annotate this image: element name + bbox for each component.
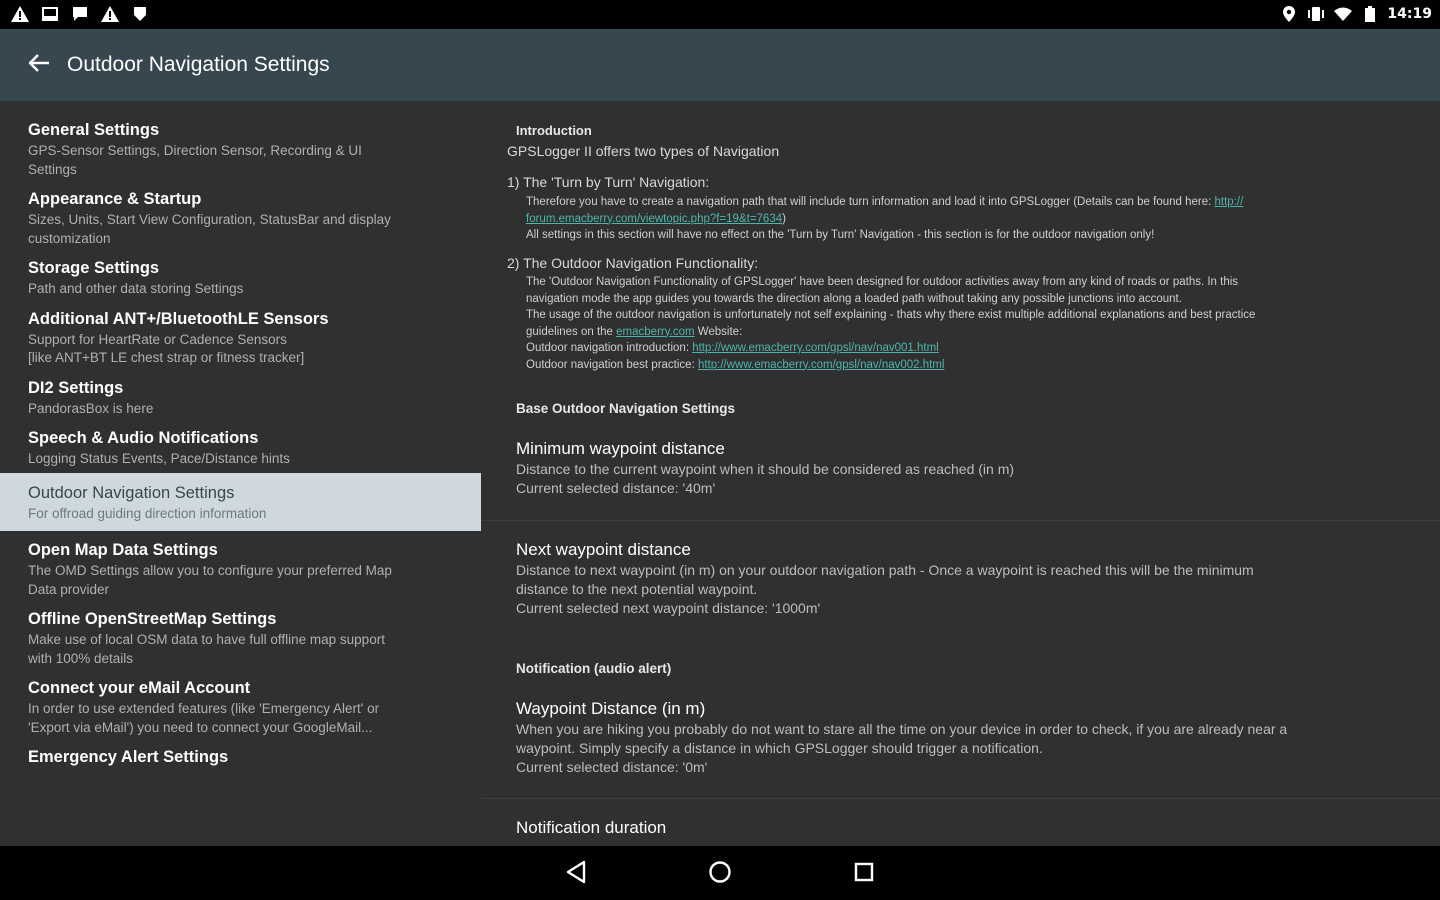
sidebar-item-subtitle: Make use of local OSM data to have full …	[28, 632, 385, 666]
nav-recents-button[interactable]	[847, 857, 881, 891]
sidebar-item-subtitle: Logging Status Events, Pace/Distance hin…	[28, 451, 290, 466]
section2-line1: The 'Outdoor Navigation Functionality of…	[526, 276, 1239, 288]
sidebar-item-speech[interactable]: Speech & Audio Notifications Logging Sta…	[0, 427, 481, 473]
sidebar-item-title: Open Map Data Settings	[28, 541, 218, 559]
base-settings-header: Base Outdoor Navigation Settings	[516, 401, 736, 416]
nav-home-button[interactable]	[703, 857, 737, 891]
pref-waypoint-distance-notification[interactable]: Waypoint Distance (in m) When you are hi…	[481, 698, 1440, 777]
pref-summary: Distance to next waypoint (in m) on your…	[516, 562, 1254, 616]
image-icon	[40, 5, 60, 23]
section1-line1: Therefore you have to create a navigatio…	[526, 196, 1215, 208]
section2-line3: The usage of the outdoor navigation is u…	[526, 309, 1256, 321]
divider	[481, 798, 1440, 799]
warning-icon	[100, 5, 120, 23]
detail-pane: Introduction GPSLogger II offers two typ…	[481, 101, 1440, 846]
section2-line4b: Website:	[694, 325, 743, 338]
back-triangle-icon	[565, 860, 587, 889]
forum-link-part1[interactable]: http://	[1215, 196, 1244, 208]
sidebar-item-title: Appearance & Startup	[28, 190, 202, 208]
sidebar-item-di2[interactable]: DI2 Settings PandorasBox is here	[0, 377, 481, 428]
pref-summary: Distance to the current waypoint when it…	[516, 461, 1015, 496]
system-icons: 14:19	[1279, 5, 1432, 23]
clock: 14:19	[1387, 6, 1432, 22]
battery-icon	[1360, 5, 1380, 23]
divider	[481, 520, 1440, 521]
sidebar-item-subtitle: For offroad guiding direction informatio…	[28, 505, 267, 521]
section2-line6a: Outdoor navigation best practice:	[526, 358, 698, 371]
section1-line3: All settings in this section will have n…	[526, 229, 1155, 241]
emacberry-link[interactable]: emacberry.com	[616, 326, 694, 338]
warning-icon	[10, 5, 30, 23]
alert-pin-icon	[130, 5, 150, 23]
nav-back-button[interactable]	[559, 857, 593, 891]
sidebar-item-emergency[interactable]: Emergency Alert Settings	[0, 746, 481, 768]
intro-text: GPSLogger II offers two types of Navigat…	[507, 143, 780, 159]
notification-icons	[10, 5, 150, 23]
intro-header: Introduction	[516, 123, 592, 138]
sidebar-item-title: Storage Settings	[28, 259, 160, 277]
sidebar-item-title: Connect your eMail Account	[28, 679, 251, 697]
section2-title: 2) The Outdoor Navigation Functionality:	[507, 255, 759, 271]
settings-sidebar: General Settings GPS-Sensor Settings, Di…	[0, 101, 481, 846]
page-title: Outdoor Navigation Settings	[67, 53, 330, 76]
sidebar-item-email[interactable]: Connect your eMail Account In order to u…	[0, 677, 481, 746]
section1-title: 1) The 'Turn by Turn' Navigation:	[507, 174, 710, 190]
back-button[interactable]	[12, 38, 66, 92]
sidebar-item-offline-osm[interactable]: Offline OpenStreetMap Settings Make use …	[0, 608, 481, 677]
sidebar-item-title: Speech & Audio Notifications	[28, 429, 259, 447]
sidebar-item-general[interactable]: General Settings GPS-Sensor Settings, Di…	[0, 117, 481, 188]
section2-line2: navigation mode the app guides you towar…	[526, 292, 1182, 305]
sidebar-item-title: Additional ANT+/BluetoothLE Sensors	[28, 309, 329, 328]
arrow-back-icon	[28, 53, 49, 77]
recents-square-icon	[853, 861, 875, 888]
app-bar: Outdoor Navigation Settings	[0, 29, 1440, 101]
location-icon	[1279, 5, 1299, 23]
sidebar-item-sensors[interactable]: Additional ANT+/BluetoothLE Sensors Supp…	[0, 308, 481, 377]
section1-line2-end: )	[782, 212, 786, 225]
status-bar: 14:19	[0, 0, 1440, 29]
sidebar-item-appearance[interactable]: Appearance & Startup Sizes, Units, Start…	[0, 188, 481, 257]
section2-line4a: guidelines on the	[526, 325, 617, 338]
pref-title: Next waypoint distance	[516, 540, 691, 559]
pref-next-waypoint-distance[interactable]: Next waypoint distance Distance to next …	[481, 539, 1440, 618]
sidebar-item-open-map-data[interactable]: Open Map Data Settings The OMD Settings …	[0, 531, 481, 608]
content-area: General Settings GPS-Sensor Settings, Di…	[0, 101, 1440, 846]
sidebar-item-subtitle: The OMD Settings allow you to configure …	[28, 563, 392, 597]
section2-line5a: Outdoor navigation introduction:	[526, 342, 693, 354]
sidebar-item-title: DI2 Settings	[28, 378, 124, 397]
sidebar-item-subtitle: Sizes, Units, Start View Configuration, …	[28, 212, 391, 246]
sidebar-item-title: Outdoor Navigation Settings	[28, 483, 235, 502]
pref-notification-duration[interactable]: Notification duration	[481, 817, 1440, 839]
nav-best-practice-link[interactable]: http://www.emacberry.com/gpsl/nav/nav002…	[698, 359, 945, 371]
nav-intro-link[interactable]: http://www.emacberry.com/gpsl/nav/nav001…	[692, 342, 939, 354]
section1-body: Therefore you have to create a navigatio…	[526, 194, 1396, 244]
home-circle-icon	[708, 860, 732, 889]
pref-min-waypoint-distance[interactable]: Minimum waypoint distance Distance to th…	[481, 438, 1440, 498]
sidebar-item-title: General Settings	[28, 121, 160, 139]
pref-title: Waypoint Distance (in m)	[516, 699, 706, 718]
forum-link-part2[interactable]: forum.emacberry.com/viewtopic.php?f=19&t…	[526, 213, 782, 225]
sidebar-item-subtitle: In order to use extended features (like …	[28, 701, 380, 735]
sidebar-item-title: Emergency Alert Settings	[28, 748, 229, 766]
chat-icon	[70, 5, 90, 23]
system-nav-bar	[0, 846, 1440, 900]
vibrate-icon	[1306, 5, 1326, 23]
sidebar-item-storage[interactable]: Storage Settings Path and other data sto…	[0, 257, 481, 308]
sidebar-item-title: Offline OpenStreetMap Settings	[28, 610, 277, 628]
sidebar-item-subtitle: Path and other data storing Settings	[28, 281, 244, 296]
pref-title: Minimum waypoint distance	[516, 439, 725, 458]
sidebar-item-subtitle: GPS-Sensor Settings, Direction Sensor, R…	[28, 143, 362, 177]
sidebar-item-outdoor-navigation[interactable]: Outdoor Navigation Settings For offroad …	[0, 472, 481, 531]
pref-title: Notification duration	[516, 818, 667, 837]
sidebar-item-subtitle: Support for HeartRate or Cadence Sensors…	[28, 331, 305, 366]
wifi-icon	[1333, 5, 1353, 23]
notification-header: Notification (audio alert)	[516, 661, 672, 676]
sidebar-item-subtitle: PandorasBox is here	[28, 400, 154, 416]
section2-body: The 'Outdoor Navigation Functionality of…	[526, 274, 1396, 373]
pref-summary: When you are hiking you probably do not …	[516, 721, 1288, 775]
